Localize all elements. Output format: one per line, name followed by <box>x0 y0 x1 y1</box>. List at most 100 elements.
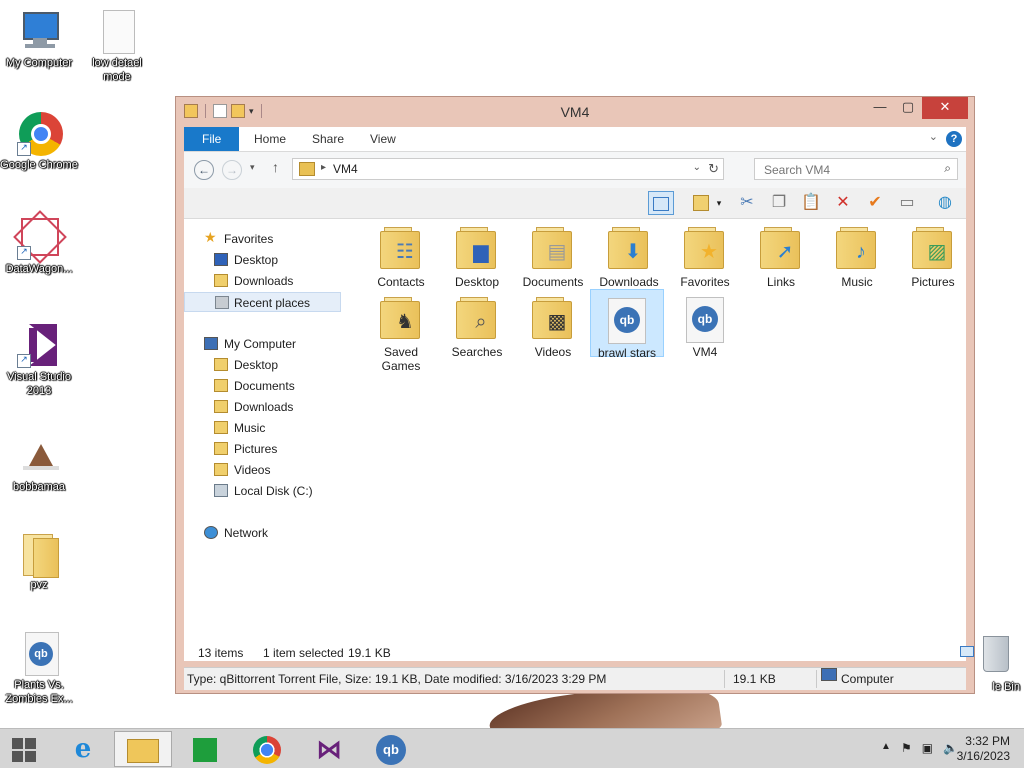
refresh-icon[interactable]: ↻ <box>708 161 719 177</box>
desktop-icon-google-chrome[interactable]: ↗ Google Chrome <box>0 110 78 172</box>
computer-icon <box>15 8 63 56</box>
file-item[interactable]: ▆ Desktop <box>440 219 514 289</box>
recent-locations-icon[interactable]: ▾ <box>250 162 255 173</box>
desktop-icon-label: bobbamaa <box>13 481 65 493</box>
tab-share[interactable]: Share <box>298 127 358 151</box>
nav-item-recent-places[interactable]: Recent places <box>184 292 341 312</box>
tab-home[interactable]: Home <box>240 127 300 151</box>
file-item[interactable]: ★ Favorites <box>668 219 742 289</box>
close-button[interactable]: ✕ <box>922 97 968 119</box>
file-item[interactable]: ⌕ Searches <box>440 289 514 359</box>
address-dropdown-icon[interactable]: ⌄ <box>693 162 701 173</box>
file-name: Searches <box>451 345 503 359</box>
status-bar: 13 items 1 item selected 19.1 KB <box>184 645 974 661</box>
desktop-icon-bobbamaa[interactable]: bobbamaa <box>0 432 78 494</box>
visual-studio-icon: ⋈ <box>316 734 342 764</box>
start-button[interactable] <box>0 731 48 767</box>
up-button[interactable]: ↑ <box>272 159 279 175</box>
desktop-icon-plants-vs-zombies[interactable]: qb Plants Vs. Zombies Ex... <box>0 630 78 706</box>
cut-icon[interactable]: ✂ <box>734 191 760 215</box>
nav-item-pc-pictures[interactable]: Pictures <box>184 439 341 459</box>
taskbar-store[interactable] <box>176 731 234 767</box>
desktop-icon-pvz[interactable]: pvz <box>0 530 78 592</box>
expand-ribbon-icon[interactable]: ⌄ <box>929 130 938 143</box>
forward-button[interactable]: → <box>222 160 242 180</box>
rename-check-icon[interactable]: ✔ <box>862 191 888 215</box>
taskbar-internet-explorer[interactable]: e <box>54 731 112 767</box>
nav-item-pc-downloads[interactable]: Downloads <box>184 397 341 417</box>
nav-my-computer[interactable]: My Computer <box>184 334 341 354</box>
file-item[interactable]: ▨ Pictures <box>896 219 970 289</box>
address-path[interactable]: VM4 <box>333 162 358 176</box>
file-item[interactable]: ♪ Music <box>820 219 894 289</box>
network-status-icon[interactable]: ▣ <box>922 741 933 755</box>
minimize-button[interactable]: — <box>866 97 894 119</box>
downloads-icon: ⬇ <box>606 225 652 273</box>
desktop-icon-my-computer[interactable]: My Computer <box>0 8 78 70</box>
nav-label: Network <box>224 526 269 540</box>
taskbar-file-explorer[interactable] <box>114 731 172 767</box>
file-item[interactable]: ⬇ Downloads <box>592 219 666 289</box>
action-center-flag-icon[interactable]: ⚑ <box>901 741 912 755</box>
search-input[interactable] <box>762 162 926 178</box>
globe-icon[interactable]: ◍ <box>932 191 958 215</box>
paste-icon[interactable]: 📋 <box>798 191 824 215</box>
file-item[interactable]: ▤ Documents <box>516 219 590 289</box>
nav-item-desktop[interactable]: Desktop <box>184 250 341 270</box>
properties-icon[interactable]: ▭ <box>894 191 920 215</box>
maximize-button[interactable]: ▢ <box>894 97 922 119</box>
address-bar[interactable]: ▸ VM4 ⌄ ↻ <box>292 158 724 180</box>
desktop-icon-visual-studio-2013[interactable]: ↗ Visual Studio 2013 <box>0 322 78 398</box>
title-bar[interactable]: ▾ VM4 — ▢ ✕ <box>176 97 974 125</box>
taskbar-chrome[interactable] <box>238 731 296 767</box>
visual-studio-icon: ↗ <box>15 322 63 370</box>
file-name: Videos <box>534 345 572 359</box>
tab-view[interactable]: View <box>356 127 410 151</box>
favorites-icon: ★ <box>682 225 728 273</box>
nav-favorites[interactable]: ★ Favorites <box>184 229 341 249</box>
star-icon: ★ <box>204 229 217 245</box>
navigation-bar: ← → ▾ ↑ ▸ VM4 ⌄ ↻ ⌕ <box>184 152 966 188</box>
file-name: Documents <box>522 275 584 289</box>
desktop-icon-datawagon[interactable]: ↗ DataWagon... <box>0 210 78 276</box>
search-icon[interactable]: ⌕ <box>944 161 951 176</box>
file-item[interactable]: ▩ Videos <box>516 289 590 359</box>
downloads-icon <box>214 274 228 287</box>
explorer-window[interactable]: ▾ VM4 — ▢ ✕ File Home Share View ⌄ ? ← →… <box>175 96 975 694</box>
file-name: VM4 <box>692 345 718 359</box>
help-icon[interactable]: ? <box>946 131 962 147</box>
back-button[interactable]: ← <box>194 160 214 180</box>
nav-item-pc-documents[interactable]: Documents <box>184 376 341 396</box>
select-all-button[interactable] <box>688 191 714 215</box>
file-item-selected[interactable]: qb brawl stars <box>590 289 664 360</box>
large-icons-view-icon[interactable] <box>960 646 974 657</box>
select-dropdown-icon[interactable]: ▾ <box>712 191 726 215</box>
desktop-icon-low-detael-mode[interactable]: low detael mode <box>78 8 156 84</box>
file-item[interactable]: ♞ Saved Games <box>364 289 438 373</box>
tab-file[interactable]: File <box>184 127 240 151</box>
nav-label: My Computer <box>224 337 297 351</box>
show-hidden-icons-icon[interactable]: ▲ <box>881 741 891 755</box>
taskbar-visual-studio[interactable]: ⋈ <box>300 731 358 767</box>
nav-item-pc-music[interactable]: Music <box>184 418 341 438</box>
copy-icon[interactable]: ❐ <box>766 191 792 215</box>
nav-item-local-disk[interactable]: Local Disk (C:) <box>184 481 341 501</box>
nav-network[interactable]: Network <box>184 523 341 543</box>
nav-item-pc-desktop[interactable]: Desktop <box>184 355 341 375</box>
nav-item-pc-videos[interactable]: Videos <box>184 460 341 480</box>
file-item[interactable]: ➚ Links <box>744 219 818 289</box>
file-item[interactable]: qb VM4 <box>668 289 742 359</box>
delete-icon[interactable]: ✕ <box>830 191 856 215</box>
preview-pane-button[interactable] <box>648 191 674 215</box>
search-box[interactable]: ⌕ <box>754 158 958 180</box>
clock[interactable]: 3:32 PM 3/16/2023 <box>957 734 1010 764</box>
file-name: Desktop <box>454 275 500 289</box>
taskbar-qbittorrent[interactable]: qb <box>362 731 420 767</box>
file-name: Favorites <box>680 275 730 289</box>
nav-item-downloads[interactable]: Downloads <box>184 271 341 291</box>
file-item[interactable]: ☷ Contacts <box>364 219 438 289</box>
folder-icon <box>15 530 63 578</box>
breadcrumb-separator-icon[interactable]: ▸ <box>321 162 326 173</box>
music-icon: ♪ <box>834 225 880 273</box>
file-name: Contacts <box>377 275 425 289</box>
